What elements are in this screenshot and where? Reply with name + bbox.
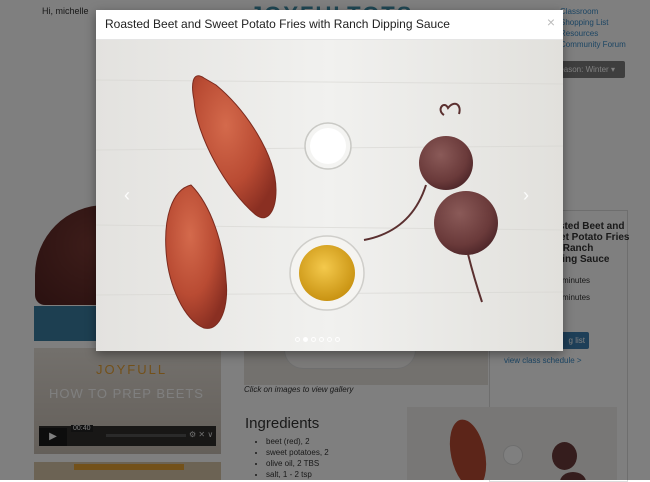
close-icon[interactable]: × (547, 14, 555, 30)
slide-dot[interactable] (311, 337, 316, 342)
chevron-right-icon[interactable]: › (523, 185, 529, 206)
slide-dot[interactable] (335, 337, 340, 342)
modal-header: Roasted Beet and Sweet Potato Fries with… (96, 10, 563, 40)
gallery-slide: ‹ › (96, 40, 563, 351)
slide-dot[interactable] (327, 337, 332, 342)
chevron-left-icon[interactable]: ‹ (124, 185, 130, 206)
gallery-modal: Roasted Beet and Sweet Potato Fries with… (96, 10, 563, 351)
slide-indicators (295, 337, 340, 342)
ingredients-photo-large (96, 40, 563, 351)
slide-dot[interactable] (295, 337, 300, 342)
slide-dot[interactable] (319, 337, 324, 342)
slide-dot[interactable] (303, 337, 308, 342)
modal-title: Roasted Beet and Sweet Potato Fries with… (105, 17, 450, 31)
